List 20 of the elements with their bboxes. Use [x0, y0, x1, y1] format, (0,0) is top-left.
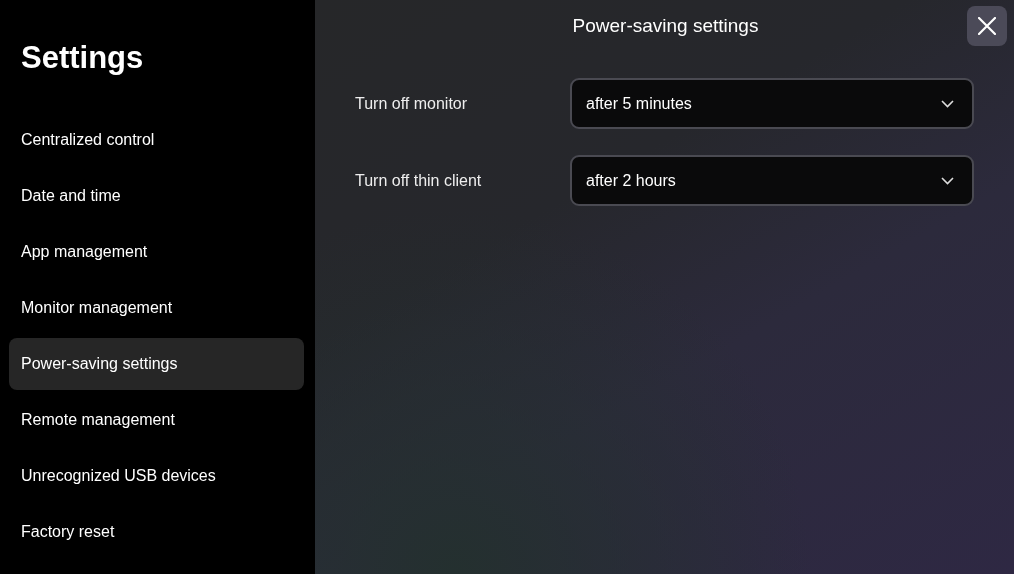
sidebar-item[interactable]: Monitor management: [9, 282, 304, 334]
sidebar-item[interactable]: Factory reset: [9, 506, 304, 558]
sidebar-item[interactable]: Centralized control: [9, 114, 304, 166]
panel-title: Power-saving settings: [571, 15, 759, 37]
sidebar-item[interactable]: Remote management: [9, 394, 304, 446]
setting-label: Turn off monitor: [355, 94, 469, 113]
sidebar-item[interactable]: Power-saving settings: [9, 338, 304, 390]
dropdown-value: after 2 hours: [586, 171, 676, 190]
dropdown[interactable]: after 2 hours: [570, 155, 974, 206]
close-icon: [978, 17, 996, 35]
sidebar-item[interactable]: Date and time: [9, 170, 304, 222]
settings-title: Settings: [21, 39, 145, 77]
sidebar-item[interactable]: Unrecognized USB devices: [9, 450, 304, 502]
dropdown[interactable]: after 5 minutes: [570, 78, 974, 129]
sidebar-item[interactable]: App management: [9, 226, 304, 278]
chevron-down-icon: [941, 99, 954, 108]
setting-label: Turn off thin client: [355, 171, 483, 190]
dropdown-value: after 5 minutes: [586, 94, 692, 113]
close-button[interactable]: [967, 6, 1007, 46]
chevron-down-icon: [941, 176, 954, 185]
